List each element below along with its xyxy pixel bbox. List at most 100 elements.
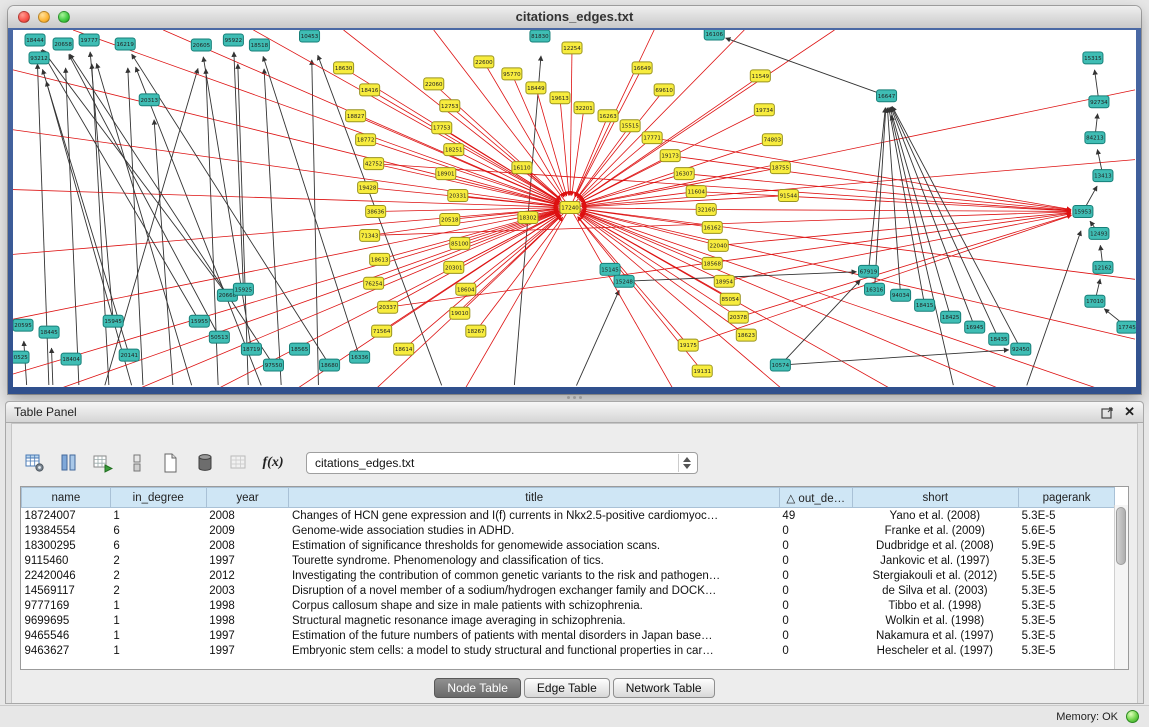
graph-node[interactable]: 16307 [674, 168, 694, 180]
network-table-select[interactable]: citations_edges.txt [306, 452, 698, 474]
graph-node[interactable]: 16649 [632, 62, 652, 74]
table-row[interactable]: 1938455462009Genome-wide association stu… [22, 523, 1115, 538]
table-scrollbar[interactable] [1114, 505, 1128, 669]
graph-node[interactable]: 18565 [289, 343, 309, 355]
graph-node[interactable]: 15248 [614, 275, 634, 287]
graph-node[interactable]: 20378 [728, 311, 748, 323]
close-window-button[interactable] [18, 11, 30, 23]
graph-node[interactable]: 17771 [642, 132, 662, 144]
graph-node[interactable]: 18449 [526, 82, 546, 94]
graph-node[interactable]: 19010 [450, 307, 470, 319]
graph-node[interactable]: 16106 [704, 30, 724, 40]
table-row[interactable]: 977716911998Corpus callosum shape and si… [22, 598, 1115, 613]
graph-node[interactable]: 18630 [334, 62, 354, 74]
graph-node[interactable]: 16110 [512, 162, 532, 174]
graph-node[interactable]: 76254 [364, 277, 384, 289]
tab-edge-table[interactable]: Edge Table [524, 678, 610, 698]
graph-node[interactable]: 18719 [241, 343, 261, 355]
graph-node[interactable]: 13413 [1093, 170, 1113, 182]
graph-node[interactable]: 18827 [346, 110, 366, 122]
graph-node[interactable]: 91544 [778, 190, 798, 202]
graph-node[interactable]: 74803 [762, 134, 782, 146]
row-tools-icon[interactable] [124, 451, 150, 475]
graph-node[interactable]: 20525 [13, 351, 29, 363]
table-scrollbar-thumb[interactable] [1116, 507, 1126, 565]
graph-node[interactable]: 18568 [702, 257, 722, 269]
show-columns-icon[interactable] [56, 451, 82, 475]
graph-node[interactable]: 20301 [444, 261, 464, 273]
table-row[interactable]: 946554611997Estimation of the future num… [22, 628, 1115, 643]
graph-node[interactable]: 11604 [686, 186, 706, 198]
graph-node[interactable]: 32160 [696, 204, 716, 216]
graph-node[interactable]: 17240 [560, 202, 580, 214]
table-row[interactable]: 911546021997Tourette syndrome. Phenomeno… [22, 553, 1115, 568]
window-titlebar[interactable]: citations_edges.txt [8, 6, 1141, 29]
column-header-pagerank[interactable]: pagerank [1019, 488, 1115, 508]
graph-node[interactable]: 10574 [770, 359, 790, 371]
graph-node[interactable]: 32201 [574, 102, 594, 114]
graph-node[interactable]: 18604 [456, 283, 476, 295]
graph-node[interactable]: 15925 [233, 283, 253, 295]
graph-node[interactable]: 18425 [941, 311, 961, 323]
column-header-short[interactable]: short [852, 488, 1019, 508]
graph-node[interactable]: 12254 [562, 42, 582, 54]
graph-node[interactable]: 19175 [678, 339, 698, 351]
graph-node[interactable]: 16336 [350, 351, 370, 363]
network-canvas[interactable]: 17240 18630 18416 18827 18772 42752 19428 38636… [13, 30, 1136, 387]
graph-node[interactable]: 84213 [1085, 132, 1105, 144]
graph-node[interactable]: 20518 [440, 213, 460, 225]
graph-node[interactable]: 22060 [424, 78, 444, 90]
graph-node[interactable]: 17745 [1117, 321, 1136, 333]
panel-splitter-handle[interactable] [560, 395, 588, 400]
float-panel-icon[interactable] [1101, 406, 1114, 419]
graph-node[interactable]: 18614 [394, 343, 414, 355]
graph-node[interactable]: 20141 [119, 349, 139, 361]
column-header-in_degree[interactable]: in_degree [110, 488, 206, 508]
graph-node[interactable]: 19428 [358, 182, 378, 194]
graph-node[interactable]: 16263 [598, 110, 618, 122]
graph-node[interactable]: 71343 [360, 229, 380, 241]
graph-node[interactable]: 18901 [436, 168, 456, 180]
tab-node-table[interactable]: Node Table [434, 678, 521, 698]
graph-node[interactable]: 17753 [432, 122, 452, 134]
function-builder-icon[interactable]: f(x) [260, 451, 286, 475]
graph-node[interactable]: 38636 [366, 206, 386, 218]
graph-node[interactable]: 19173 [660, 150, 680, 162]
graph-node[interactable]: 67919 [859, 265, 879, 277]
graph-node[interactable]: 18415 [915, 299, 935, 311]
graph-node[interactable]: 16316 [865, 283, 885, 295]
graph-node[interactable]: 16945 [965, 321, 985, 333]
table-row[interactable]: 1872400712008Changes of HCN gene express… [22, 508, 1115, 524]
close-panel-icon[interactable]: ✕ [1124, 406, 1135, 418]
graph-node[interactable]: 10453 [300, 30, 320, 42]
graph-node[interactable]: 22040 [708, 239, 728, 251]
graph-node[interactable]: 92734 [1089, 96, 1109, 108]
table-row[interactable]: 946362711997Embryonic stem cells: a mode… [22, 643, 1115, 658]
graph-node[interactable]: 97550 [263, 359, 283, 371]
graph-node[interactable]: 81830 [530, 30, 550, 42]
delete-rows-icon[interactable] [192, 451, 218, 475]
graph-node[interactable]: 18435 [989, 333, 1009, 345]
zoom-window-button[interactable] [58, 11, 70, 23]
graph-node[interactable]: 20337 [378, 301, 398, 313]
graph-node[interactable]: 95922 [223, 34, 243, 46]
graph-node[interactable]: 18444 [25, 34, 45, 46]
graph-node[interactable]: 19613 [550, 92, 570, 104]
graph-node[interactable]: 18404 [61, 353, 81, 365]
graph-node[interactable]: 50513 [209, 331, 229, 343]
column-header-out_de[interactable]: △ out_de… [779, 488, 852, 508]
tab-network-table[interactable]: Network Table [613, 678, 715, 698]
table-panel-header[interactable]: Table Panel ✕ [6, 402, 1143, 423]
graph-node[interactable]: 42752 [364, 158, 384, 170]
graph-node[interactable]: 20658 [53, 38, 73, 50]
graph-node[interactable]: 69610 [654, 84, 674, 96]
graph-node[interactable]: 11549 [750, 70, 770, 82]
graph-node[interactable]: 93212 [29, 52, 49, 64]
graph-node[interactable]: 92450 [1011, 343, 1031, 355]
column-header-title[interactable]: title [289, 488, 779, 508]
graph-node[interactable]: 16647 [877, 90, 897, 102]
graph-node[interactable]: 18416 [360, 84, 380, 96]
graph-node[interactable]: 18251 [444, 144, 464, 156]
graph-node[interactable]: 18613 [370, 253, 390, 265]
graph-node[interactable]: 18772 [356, 134, 376, 146]
